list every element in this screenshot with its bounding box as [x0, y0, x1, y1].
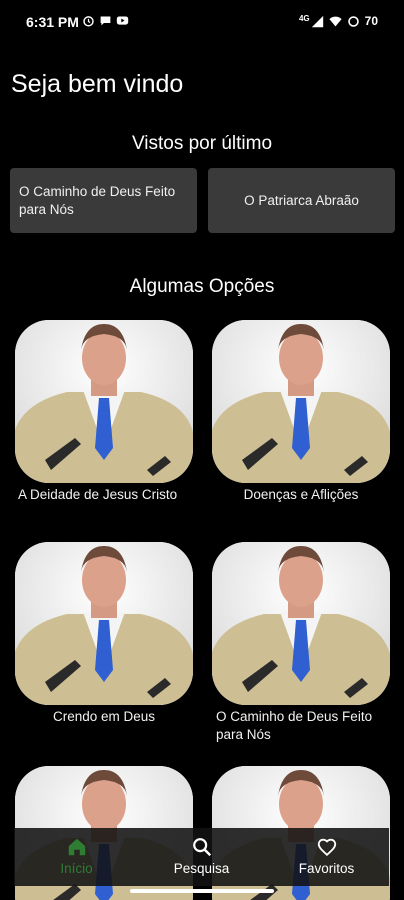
recent-item[interactable]: O Caminho de Deus Feito para Nós	[10, 168, 197, 233]
portrait-image	[15, 320, 193, 483]
battery-level: 70	[364, 14, 378, 28]
status-time: 6:31 PM	[26, 14, 79, 30]
option-label: Crendo em Deus	[52, 709, 156, 724]
youtube-icon	[116, 16, 129, 25]
option-thumbnail	[15, 320, 193, 483]
bottom-navigation: Início Pesquisa Favoritos	[14, 828, 389, 886]
portrait-image	[212, 542, 390, 705]
home-icon	[68, 838, 85, 856]
welcome-title: Seja bem vindo	[11, 70, 184, 98]
search-icon	[192, 838, 211, 857]
option-thumbnail	[212, 542, 390, 705]
nav-label: Pesquisa	[173, 861, 230, 876]
portrait-image	[212, 320, 390, 483]
option-card[interactable]: A Deidade de Jesus Cristo	[15, 320, 193, 504]
alarm-icon	[83, 16, 94, 27]
nav-item-home[interactable]: Início	[14, 828, 139, 886]
signal-icon	[311, 15, 323, 27]
nav-item-favorites[interactable]: Favoritos	[264, 828, 389, 886]
chat-icon	[100, 16, 111, 26]
nav-item-search[interactable]: Pesquisa	[139, 828, 264, 886]
option-label: O Caminho de Deus Feito para Nós	[216, 709, 373, 742]
portrait-image	[15, 542, 193, 705]
heart-icon	[317, 838, 336, 857]
network-type: 4G	[298, 13, 310, 23]
option-thumbnail	[212, 320, 390, 483]
option-label: Doenças e Aflições	[243, 487, 359, 502]
nav-label: Favoritos	[298, 861, 355, 876]
status-bar: 6:31 PM 4G 70	[0, 0, 404, 44]
option-label: A Deidade de Jesus Cristo	[18, 487, 178, 502]
recent-section-title: Vistos por último	[131, 133, 273, 154]
option-card[interactable]: Crendo em Deus	[15, 542, 193, 726]
battery-icon	[347, 15, 359, 27]
nav-label: Início	[60, 861, 93, 876]
options-section-title: Algumas Opções	[129, 276, 275, 297]
recent-item[interactable]: O Patriarca Abraão	[208, 168, 395, 233]
option-thumbnail	[15, 542, 193, 705]
option-card[interactable]: O Caminho de Deus Feito para Nós	[212, 542, 390, 744]
home-indicator	[130, 889, 274, 893]
option-card[interactable]: Doenças e Aflições	[212, 320, 390, 504]
wifi-icon	[329, 16, 342, 26]
